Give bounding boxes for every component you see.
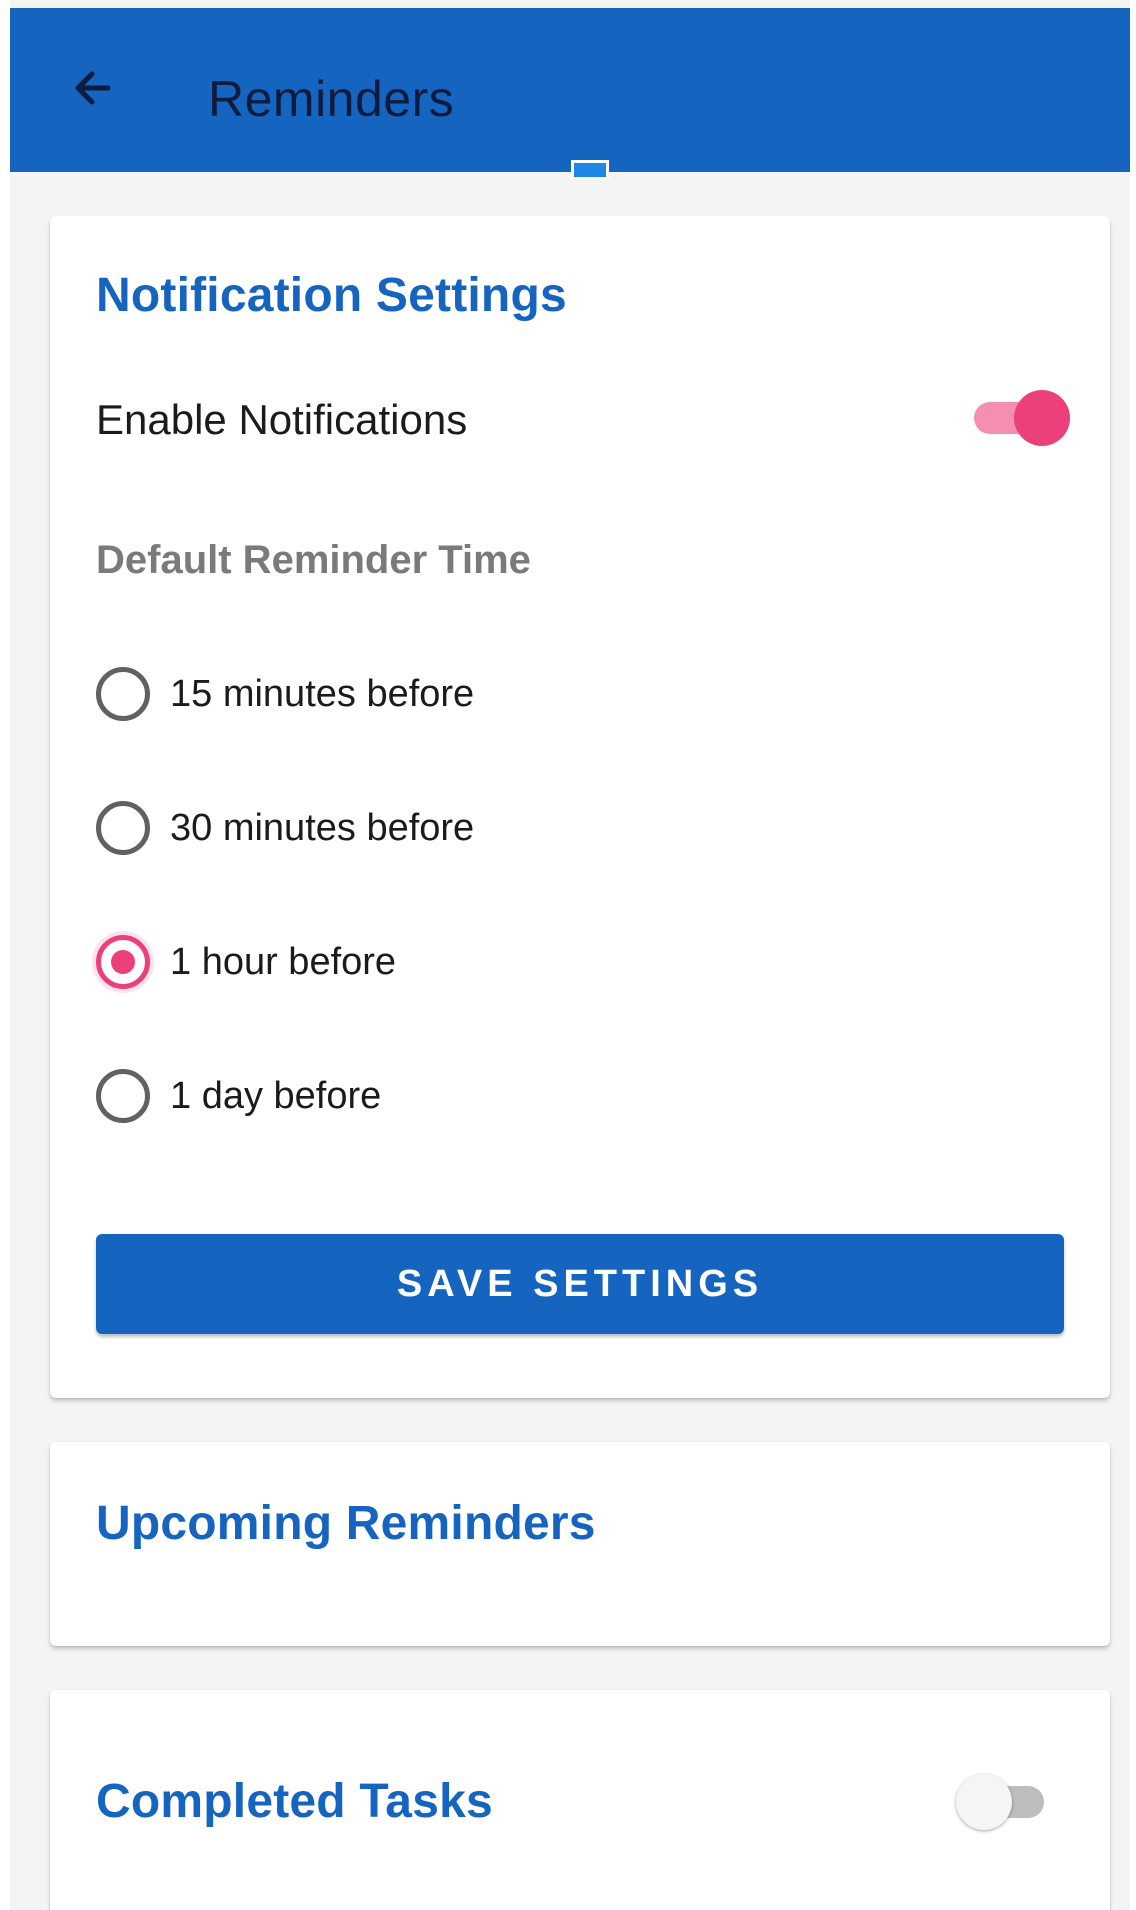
back-button[interactable] [60,62,124,118]
radio-option-label: 30 minutes before [170,806,475,849]
upcoming-reminders-card: Upcoming Reminders [50,1442,1110,1646]
app-bar: Reminders [10,8,1130,180]
notification-settings-title: Notification Settings [96,269,567,322]
left-edge [0,0,10,1910]
toggle-thumb [1014,390,1070,446]
right-edge [1130,0,1136,1910]
radio-option-label: 15 minutes before [170,672,475,715]
radio-unchecked-icon[interactable] [96,801,150,855]
radio-option-label: 1 hour before [170,940,397,983]
notification-settings-card: Notification Settings Enable Notificatio… [50,216,1110,1398]
radio-unchecked-icon[interactable] [96,1069,150,1123]
upcoming-reminders-title: Upcoming Reminders [96,1497,596,1550]
radio-dot [111,950,135,974]
completed-tasks-title: Completed Tasks [96,1775,493,1828]
save-settings-button[interactable]: SAVE SETTINGS [96,1234,1064,1334]
radio-option-label: 1 day before [170,1074,382,1117]
show-completed-toggle[interactable] [956,1772,1056,1830]
toggle-thumb [956,1774,1012,1830]
reminders-screen: Reminders Notification Settings Enable N… [0,0,1136,1910]
tab-indicator [571,160,609,180]
radio-option-30-minutes[interactable]: 30 minutes before [96,788,796,868]
radio-unchecked-icon[interactable] [96,667,150,721]
arrow-left-icon [70,68,114,113]
radio-checked-icon[interactable] [96,935,150,989]
radio-option-1-hour[interactable]: 1 hour before [96,922,796,1002]
radio-option-1-day[interactable]: 1 day before [96,1056,796,1136]
enable-notifications-label: Enable Notifications [96,396,468,443]
enable-notifications-toggle[interactable] [968,388,1070,446]
completed-tasks-card: Completed Tasks [50,1690,1110,1910]
page-title: Reminders [208,71,455,127]
radio-option-15-minutes[interactable]: 15 minutes before [96,654,796,734]
default-reminder-time-label: Default Reminder Time [96,538,531,582]
